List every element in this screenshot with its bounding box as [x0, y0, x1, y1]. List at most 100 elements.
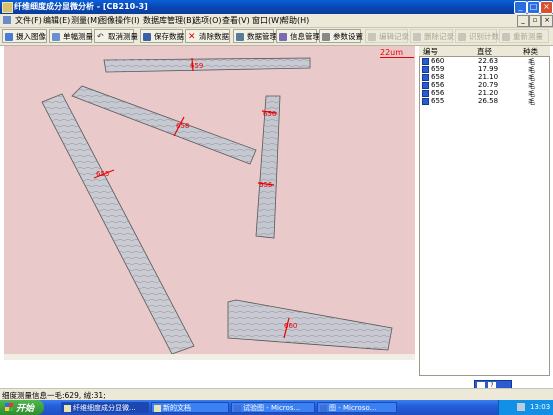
data-manage-button[interactable]: 数据管理	[233, 29, 277, 43]
settings-icon	[322, 33, 330, 41]
remeasure-button[interactable]: 重新测量	[499, 29, 549, 43]
pencil-icon	[368, 33, 376, 41]
info-manage-button[interactable]: 信息管理	[276, 29, 320, 43]
folder-icon	[154, 405, 161, 412]
cell-id: 660	[431, 57, 445, 65]
clear-data-label: 清除数据	[199, 32, 229, 41]
table-row[interactable]: 660 22.63 毛	[420, 57, 550, 66]
table-row[interactable]: 658 21.10 毛	[420, 73, 550, 82]
fiber-658	[71, 85, 257, 165]
row-marker-icon	[422, 66, 429, 73]
table-row[interactable]: 655 26.58 毛	[420, 97, 550, 106]
cell-diameter: 21.20	[478, 89, 499, 97]
delete-record-button[interactable]: 删除记录	[410, 29, 454, 43]
fiber-label: 659	[190, 62, 203, 70]
clear-data-button[interactable]: ✕ 清除数据	[185, 29, 230, 43]
single-measure-label: 单幅测量	[63, 32, 93, 41]
cell-id: 658	[431, 73, 445, 81]
fiber-label: 656	[259, 181, 273, 189]
undo-icon: ↶	[97, 32, 104, 41]
window-title: 纤维细度成分显微分析 - [CB210-3]	[14, 2, 148, 11]
cell-id: 655	[431, 97, 445, 105]
param-settings-label: 参数设置	[333, 32, 363, 41]
menu-view[interactable]: 查看(V)	[222, 15, 250, 26]
ruler-icon	[502, 33, 510, 41]
taskbar-item-app[interactable]: 纤维细度成分显微...	[61, 402, 149, 413]
menu-measure[interactable]: 测量(M)	[71, 15, 100, 26]
app-icon	[2, 2, 13, 13]
insert-image-button[interactable]: 摄入图像	[2, 29, 47, 43]
fiber-image-svg: 659 658 656 656 655 660	[41, 57, 393, 355]
save-data-label: 保存数据	[154, 32, 184, 41]
identify-count-button[interactable]: 识别计数	[455, 29, 499, 43]
column-header-type[interactable]: 种类	[523, 46, 538, 57]
identify-count-label: 识别计数	[469, 32, 499, 41]
menu-options[interactable]: 选项(O)	[193, 15, 222, 26]
delete-icon	[413, 33, 421, 41]
insert-image-label: 摄入图像	[16, 32, 46, 41]
fiber-label: 656	[263, 110, 277, 118]
taskbar-item-word-2[interactable]: 图 - Microso...	[317, 402, 397, 413]
menu-file[interactable]: 文件(F)	[15, 15, 42, 26]
start-button[interactable]: 开始	[0, 400, 44, 415]
remeasure-label: 重新测量	[513, 32, 543, 41]
network-icon[interactable]	[517, 403, 525, 411]
table-header: 编号 直径 种类	[419, 46, 550, 57]
single-measure-button[interactable]: 单幅测量	[49, 29, 93, 43]
info-icon	[279, 33, 287, 41]
minimize-button[interactable]: _	[514, 1, 527, 14]
doc-icon	[3, 16, 11, 24]
menu-help[interactable]: 帮助(H)	[281, 15, 309, 26]
child-close-button[interactable]: ×	[541, 15, 553, 27]
fiber-label: 660	[284, 322, 297, 330]
cell-diameter: 21.10	[478, 73, 499, 81]
cancel-measure-button[interactable]: ↶ 取消测量	[94, 29, 138, 43]
row-marker-icon	[422, 58, 429, 65]
camera-icon	[5, 33, 13, 41]
cell-id: 656	[431, 89, 445, 97]
taskbar-item-document[interactable]: 新的文档	[151, 402, 229, 413]
task-label: 图 - Microso...	[329, 404, 377, 412]
app-task-icon	[64, 405, 71, 412]
cell-diameter: 17.99	[478, 65, 499, 73]
param-settings-button[interactable]: 参数设置	[319, 29, 363, 43]
horizontal-scrollbar[interactable]	[4, 354, 415, 360]
edit-record-label: 编辑记录	[379, 32, 409, 41]
cell-id: 659	[431, 65, 445, 73]
menu-bar: 文件(F) 编辑(E) 测量(M) 图像操作(I) 数据库管理(B) 选项(O)…	[0, 14, 553, 28]
table-row[interactable]: 659 17.99 毛	[420, 65, 550, 74]
cell-diameter: 22.63	[478, 57, 499, 65]
scale-bar	[380, 57, 414, 58]
table-row[interactable]: 656 20.79 毛	[420, 81, 550, 90]
info-manage-label: 信息管理	[290, 32, 320, 41]
title-bar: 纤维细度成分显微分析 - [CB210-3] _ □ ×	[0, 0, 553, 14]
row-marker-icon	[422, 90, 429, 97]
menu-image-ops[interactable]: 图像操作(I)	[99, 15, 140, 26]
column-header-diameter[interactable]: 直径	[477, 46, 492, 57]
microscope-image[interactable]: 659 658 656 656 655 660	[4, 46, 415, 355]
child-restore-button[interactable]: ▫	[529, 15, 541, 27]
child-minimize-button[interactable]: _	[517, 15, 529, 27]
task-label: 试验图 - Micros...	[243, 404, 301, 412]
row-marker-icon	[422, 82, 429, 89]
table-row[interactable]: 656 21.20 毛	[420, 89, 550, 98]
maximize-button[interactable]: □	[527, 1, 540, 14]
status-bar: 细度测量信息一毛:629, 绒:31;	[0, 388, 553, 400]
task-label: 新的文档	[163, 404, 191, 412]
floppy-icon	[143, 33, 151, 41]
close-button[interactable]: ×	[540, 1, 553, 14]
save-data-button[interactable]: 保存数据	[140, 29, 184, 43]
menu-edit[interactable]: 编辑(E)	[43, 15, 70, 26]
fiber-659	[103, 57, 311, 73]
menu-database[interactable]: 数据库管理(B)	[143, 15, 195, 26]
menu-window[interactable]: 窗口(W)	[252, 15, 282, 26]
column-header-id[interactable]: 编号	[423, 46, 438, 57]
taskbar-item-word[interactable]: 试验图 - Micros...	[231, 402, 315, 413]
edit-record-button[interactable]: 编辑记录	[365, 29, 409, 43]
row-marker-icon	[422, 98, 429, 105]
task-label: 纤维细度成分显微...	[73, 404, 136, 412]
fiber-label: 658	[176, 122, 189, 130]
measure-icon	[52, 33, 60, 41]
clock: 13:03	[530, 403, 551, 411]
cell-id: 656	[431, 81, 445, 89]
